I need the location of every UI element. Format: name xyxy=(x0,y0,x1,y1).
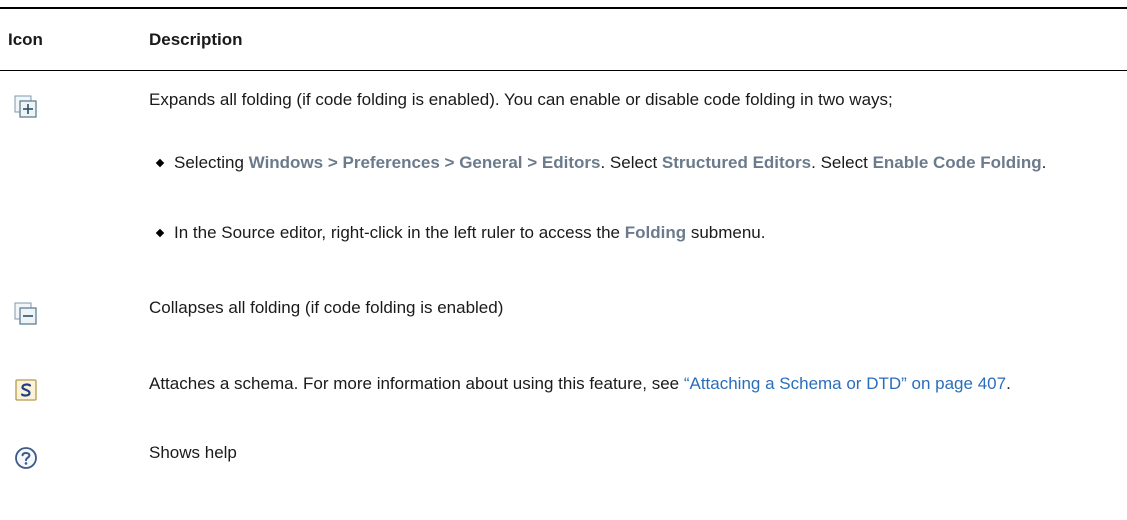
expand-all-icon xyxy=(14,95,37,118)
collapse-all-icon xyxy=(14,302,37,325)
row-description: Shows help xyxy=(149,443,237,462)
text: Attaches a schema. For more information … xyxy=(149,374,684,393)
list-item: Selecting Windows > Preferences > Genera… xyxy=(155,150,1057,175)
bullet-icon xyxy=(155,228,165,238)
ui-term: Folding xyxy=(624,223,687,242)
help-icon xyxy=(15,447,37,469)
text: submenu. xyxy=(686,223,766,242)
menu-path: Windows > Preferences > General > Editor… xyxy=(248,153,601,172)
table-top-rule xyxy=(0,7,1127,9)
cross-reference-link[interactable]: “Attaching a Schema or DTD” on page 407 xyxy=(684,374,1006,393)
ui-term: Structured Editors xyxy=(661,153,812,172)
column-header-icon: Icon xyxy=(8,30,43,49)
text: Selecting xyxy=(174,153,249,172)
row-description: Attaches a schema. For more information … xyxy=(149,371,1079,396)
bullet-icon xyxy=(155,158,165,168)
row-description: Collapses all folding (if code folding i… xyxy=(149,298,504,317)
text: . xyxy=(1006,374,1011,393)
header-rule xyxy=(0,70,1127,71)
text: . xyxy=(1041,153,1047,172)
list-item: In the Source editor, right-click in the… xyxy=(155,220,1057,245)
text: . Select xyxy=(811,153,873,172)
ui-term: Enable Code Folding xyxy=(872,153,1042,172)
attach-schema-icon xyxy=(15,379,37,401)
column-header-description: Description xyxy=(149,30,243,49)
text: . Select xyxy=(600,153,662,172)
text: In the Source editor, right-click in the… xyxy=(174,223,625,242)
row-description: Expands all folding (if code folding is … xyxy=(149,90,893,109)
